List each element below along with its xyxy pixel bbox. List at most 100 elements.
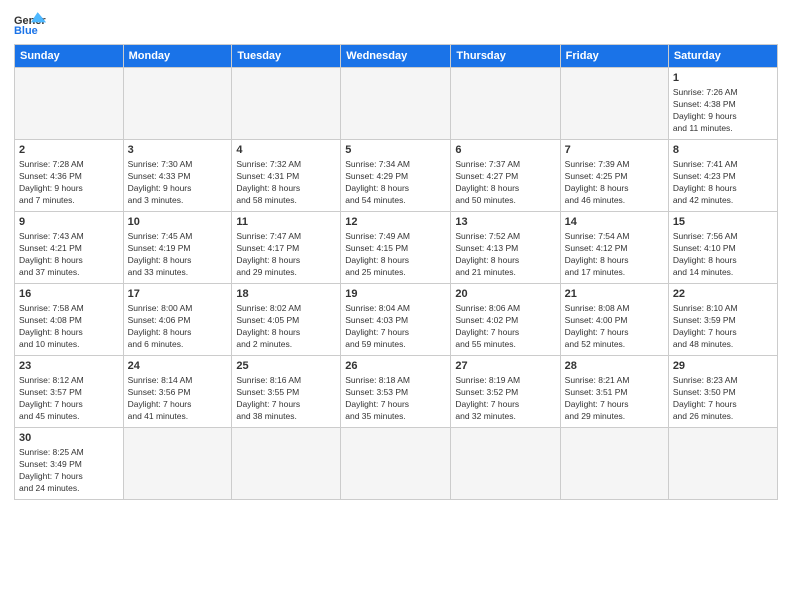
day-number: 11 [236, 215, 336, 230]
page: General Blue SundayMondayTuesdayWednesda… [0, 0, 792, 612]
day-number: 1 [673, 71, 773, 86]
calendar-cell: 8Sunrise: 7:41 AM Sunset: 4:23 PM Daylig… [668, 140, 777, 212]
calendar-cell: 5Sunrise: 7:34 AM Sunset: 4:29 PM Daylig… [341, 140, 451, 212]
calendar-cell: 7Sunrise: 7:39 AM Sunset: 4:25 PM Daylig… [560, 140, 668, 212]
day-info: Sunrise: 7:58 AM Sunset: 4:08 PM Dayligh… [19, 303, 119, 351]
day-number: 16 [19, 287, 119, 302]
weekday-sunday: Sunday [15, 45, 124, 68]
calendar-cell: 26Sunrise: 8:18 AM Sunset: 3:53 PM Dayli… [341, 356, 451, 428]
calendar-cell [341, 68, 451, 140]
day-info: Sunrise: 7:52 AM Sunset: 4:13 PM Dayligh… [455, 231, 555, 279]
day-info: Sunrise: 7:47 AM Sunset: 4:17 PM Dayligh… [236, 231, 336, 279]
weekday-header-row: SundayMondayTuesdayWednesdayThursdayFrid… [15, 45, 778, 68]
day-number: 5 [345, 143, 446, 158]
day-number: 2 [19, 143, 119, 158]
day-info: Sunrise: 7:56 AM Sunset: 4:10 PM Dayligh… [673, 231, 773, 279]
calendar-cell: 17Sunrise: 8:00 AM Sunset: 4:06 PM Dayli… [123, 284, 232, 356]
day-number: 4 [236, 143, 336, 158]
day-number: 22 [673, 287, 773, 302]
day-info: Sunrise: 8:02 AM Sunset: 4:05 PM Dayligh… [236, 303, 336, 351]
day-number: 24 [128, 359, 228, 374]
day-info: Sunrise: 8:06 AM Sunset: 4:02 PM Dayligh… [455, 303, 555, 351]
day-number: 27 [455, 359, 555, 374]
svg-text:Blue: Blue [14, 25, 38, 37]
day-info: Sunrise: 8:04 AM Sunset: 4:03 PM Dayligh… [345, 303, 446, 351]
calendar-cell: 16Sunrise: 7:58 AM Sunset: 4:08 PM Dayli… [15, 284, 124, 356]
calendar-cell [560, 428, 668, 500]
calendar-cell: 20Sunrise: 8:06 AM Sunset: 4:02 PM Dayli… [451, 284, 560, 356]
day-info: Sunrise: 8:18 AM Sunset: 3:53 PM Dayligh… [345, 375, 446, 423]
day-number: 25 [236, 359, 336, 374]
day-number: 23 [19, 359, 119, 374]
calendar-cell: 4Sunrise: 7:32 AM Sunset: 4:31 PM Daylig… [232, 140, 341, 212]
calendar-cell: 23Sunrise: 8:12 AM Sunset: 3:57 PM Dayli… [15, 356, 124, 428]
day-number: 21 [565, 287, 664, 302]
calendar-cell: 27Sunrise: 8:19 AM Sunset: 3:52 PM Dayli… [451, 356, 560, 428]
calendar-cell: 3Sunrise: 7:30 AM Sunset: 4:33 PM Daylig… [123, 140, 232, 212]
calendar-cell: 18Sunrise: 8:02 AM Sunset: 4:05 PM Dayli… [232, 284, 341, 356]
weekday-friday: Friday [560, 45, 668, 68]
calendar: SundayMondayTuesdayWednesdayThursdayFrid… [14, 44, 778, 500]
calendar-cell: 10Sunrise: 7:45 AM Sunset: 4:19 PM Dayli… [123, 212, 232, 284]
calendar-cell [451, 68, 560, 140]
week-row-0: 1Sunrise: 7:26 AM Sunset: 4:38 PM Daylig… [15, 68, 778, 140]
calendar-cell: 15Sunrise: 7:56 AM Sunset: 4:10 PM Dayli… [668, 212, 777, 284]
day-number: 20 [455, 287, 555, 302]
calendar-cell [15, 68, 124, 140]
logo: General Blue [14, 10, 50, 38]
day-number: 30 [19, 431, 119, 446]
day-number: 29 [673, 359, 773, 374]
calendar-cell [341, 428, 451, 500]
day-number: 19 [345, 287, 446, 302]
day-info: Sunrise: 8:08 AM Sunset: 4:00 PM Dayligh… [565, 303, 664, 351]
weekday-wednesday: Wednesday [341, 45, 451, 68]
day-number: 9 [19, 215, 119, 230]
calendar-cell [123, 428, 232, 500]
day-info: Sunrise: 7:32 AM Sunset: 4:31 PM Dayligh… [236, 159, 336, 207]
calendar-cell: 29Sunrise: 8:23 AM Sunset: 3:50 PM Dayli… [668, 356, 777, 428]
calendar-cell: 13Sunrise: 7:52 AM Sunset: 4:13 PM Dayli… [451, 212, 560, 284]
calendar-cell: 25Sunrise: 8:16 AM Sunset: 3:55 PM Dayli… [232, 356, 341, 428]
weekday-saturday: Saturday [668, 45, 777, 68]
week-row-1: 2Sunrise: 7:28 AM Sunset: 4:36 PM Daylig… [15, 140, 778, 212]
calendar-cell: 9Sunrise: 7:43 AM Sunset: 4:21 PM Daylig… [15, 212, 124, 284]
calendar-cell: 30Sunrise: 8:25 AM Sunset: 3:49 PM Dayli… [15, 428, 124, 500]
day-number: 14 [565, 215, 664, 230]
weekday-tuesday: Tuesday [232, 45, 341, 68]
day-info: Sunrise: 7:43 AM Sunset: 4:21 PM Dayligh… [19, 231, 119, 279]
day-number: 12 [345, 215, 446, 230]
day-number: 10 [128, 215, 228, 230]
day-info: Sunrise: 8:10 AM Sunset: 3:59 PM Dayligh… [673, 303, 773, 351]
day-number: 13 [455, 215, 555, 230]
calendar-cell: 11Sunrise: 7:47 AM Sunset: 4:17 PM Dayli… [232, 212, 341, 284]
week-row-4: 23Sunrise: 8:12 AM Sunset: 3:57 PM Dayli… [15, 356, 778, 428]
day-info: Sunrise: 8:16 AM Sunset: 3:55 PM Dayligh… [236, 375, 336, 423]
day-number: 26 [345, 359, 446, 374]
day-number: 3 [128, 143, 228, 158]
day-info: Sunrise: 7:39 AM Sunset: 4:25 PM Dayligh… [565, 159, 664, 207]
day-info: Sunrise: 7:41 AM Sunset: 4:23 PM Dayligh… [673, 159, 773, 207]
calendar-cell [668, 428, 777, 500]
calendar-cell: 14Sunrise: 7:54 AM Sunset: 4:12 PM Dayli… [560, 212, 668, 284]
day-number: 8 [673, 143, 773, 158]
day-info: Sunrise: 8:00 AM Sunset: 4:06 PM Dayligh… [128, 303, 228, 351]
weekday-thursday: Thursday [451, 45, 560, 68]
day-info: Sunrise: 7:45 AM Sunset: 4:19 PM Dayligh… [128, 231, 228, 279]
day-number: 7 [565, 143, 664, 158]
calendar-cell [232, 428, 341, 500]
calendar-cell: 1Sunrise: 7:26 AM Sunset: 4:38 PM Daylig… [668, 68, 777, 140]
day-info: Sunrise: 8:12 AM Sunset: 3:57 PM Dayligh… [19, 375, 119, 423]
calendar-cell: 19Sunrise: 8:04 AM Sunset: 4:03 PM Dayli… [341, 284, 451, 356]
day-info: Sunrise: 7:30 AM Sunset: 4:33 PM Dayligh… [128, 159, 228, 207]
day-info: Sunrise: 7:34 AM Sunset: 4:29 PM Dayligh… [345, 159, 446, 207]
day-info: Sunrise: 8:14 AM Sunset: 3:56 PM Dayligh… [128, 375, 228, 423]
day-info: Sunrise: 8:19 AM Sunset: 3:52 PM Dayligh… [455, 375, 555, 423]
day-info: Sunrise: 7:28 AM Sunset: 4:36 PM Dayligh… [19, 159, 119, 207]
week-row-5: 30Sunrise: 8:25 AM Sunset: 3:49 PM Dayli… [15, 428, 778, 500]
day-info: Sunrise: 7:54 AM Sunset: 4:12 PM Dayligh… [565, 231, 664, 279]
day-info: Sunrise: 7:26 AM Sunset: 4:38 PM Dayligh… [673, 87, 773, 135]
calendar-cell: 28Sunrise: 8:21 AM Sunset: 3:51 PM Dayli… [560, 356, 668, 428]
week-row-3: 16Sunrise: 7:58 AM Sunset: 4:08 PM Dayli… [15, 284, 778, 356]
calendar-cell: 2Sunrise: 7:28 AM Sunset: 4:36 PM Daylig… [15, 140, 124, 212]
week-row-2: 9Sunrise: 7:43 AM Sunset: 4:21 PM Daylig… [15, 212, 778, 284]
